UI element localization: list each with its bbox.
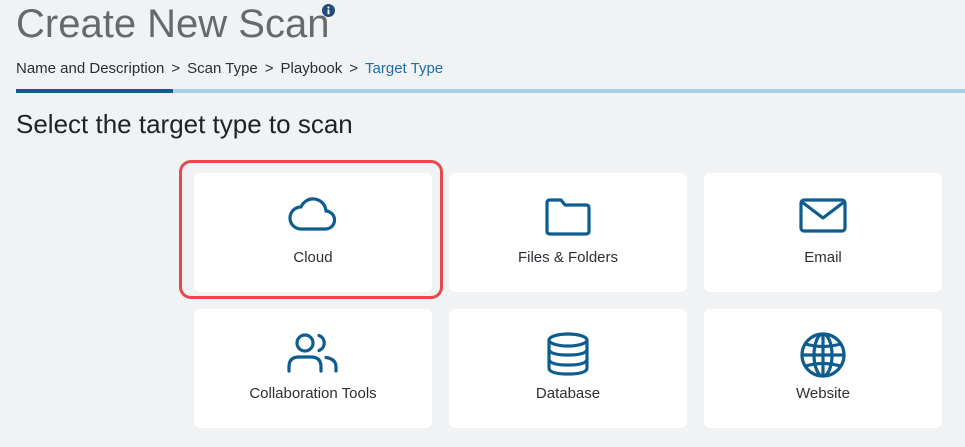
section-heading: Select the target type to scan [16,109,353,139]
info-icon[interactable] [322,4,335,17]
target-tile-database[interactable]: Database [449,309,687,428]
folder-icon [545,198,591,236]
target-tile-label: Database [535,385,601,402]
users-icon [287,333,338,373]
target-tile-website[interactable]: Website [704,309,942,428]
globe-icon [800,332,846,378]
target-tile-label: Files & Folders [517,249,619,266]
breadcrumb-separator: > [264,60,274,77]
envelope-icon [799,198,847,233]
breadcrumb-separator: > [171,60,181,77]
cloud-icon [288,197,337,231]
breadcrumb-separator: > [349,60,359,77]
target-tile-label: Collaboration Tools [249,385,377,402]
breadcrumb: Name and Description > Scan Type > Playbook >… [16,60,443,78]
page-title: Create New Scan [16,2,330,46]
breadcrumb-item-scan-type[interactable]: Scan Type [187,60,258,78]
target-tile-email[interactable]: Email [704,173,942,292]
wizard-progress-fill [16,89,173,93]
breadcrumb-item-name-and-description[interactable]: Name and Description [16,60,164,78]
target-tile-label: Website [796,385,850,402]
breadcrumb-item-target-type: Target Type [365,60,444,77]
target-tile-cloud[interactable]: Cloud [194,173,432,292]
target-tile-files-folders[interactable]: Files & Folders [449,173,687,292]
database-icon [547,332,589,376]
target-tile-label: Email [804,249,842,266]
target-tile-label: Cloud [293,249,333,266]
wizard-progress-bar [16,89,965,93]
target-tile-collaboration-tools[interactable]: Collaboration Tools [194,309,432,428]
breadcrumb-item-playbook[interactable]: Playbook [281,60,343,78]
